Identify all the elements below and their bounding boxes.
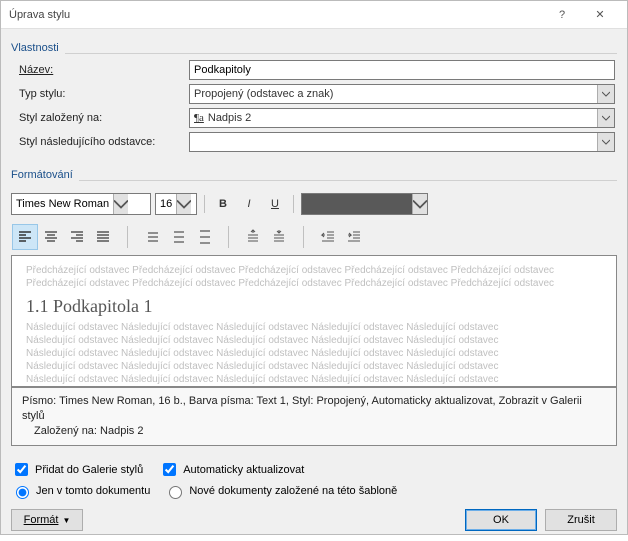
chevron-down-icon (597, 109, 614, 127)
space-before-decrease-button[interactable] (266, 224, 292, 250)
space-before-increase-button[interactable] (240, 224, 266, 250)
align-center-button[interactable] (38, 224, 64, 250)
underline-button[interactable]: U (264, 193, 286, 215)
help-icon: ? (559, 9, 565, 21)
preview-box: Předcházející odstavec Předcházející ods… (11, 255, 617, 387)
chevron-down-icon: ▼ (62, 516, 70, 525)
indent-decrease-button[interactable] (315, 224, 341, 250)
bold-button[interactable]: B (212, 193, 234, 215)
close-icon: ✕ (595, 8, 604, 21)
group-formatting: Formátování (11, 162, 617, 181)
add-gallery-checkbox[interactable]: Přidat do Galerie stylů (11, 460, 143, 479)
paragraph-toolbar (11, 219, 617, 255)
font-toolbar: Times New Roman 16 B I U (11, 193, 617, 215)
color-combo[interactable] (301, 193, 428, 215)
close-button[interactable]: ✕ (581, 1, 619, 29)
align-right-button[interactable] (64, 224, 90, 250)
titlebar: Úprava stylu ? ✕ (1, 1, 627, 29)
based-on-label: Styl založený na: (19, 112, 189, 124)
style-description: Písmo: Times New Roman, 16 b., Barva pís… (11, 387, 617, 446)
type-combo[interactable]: Propojený (odstavec a znak) (189, 84, 615, 104)
modify-style-dialog: Úprava stylu ? ✕ Vlastnosti Název: Typ s… (0, 0, 628, 535)
help-button[interactable]: ? (543, 1, 581, 29)
following-label: Styl následujícího odstavce: (19, 136, 189, 148)
line-spacing-2-button[interactable] (191, 224, 217, 250)
size-combo[interactable]: 16 (155, 193, 197, 215)
paragraph-icon: ¶a (194, 112, 204, 124)
format-button[interactable]: Formát ▼ (11, 509, 83, 531)
italic-button[interactable]: I (238, 193, 260, 215)
color-swatch (302, 194, 412, 214)
dialog-title: Úprava stylu (9, 9, 543, 21)
chevron-down-icon (597, 85, 614, 103)
cancel-button[interactable]: Zrušit (545, 509, 617, 531)
this-document-radio[interactable]: Jen v tomto dokumentu (11, 483, 150, 499)
chevron-down-icon (176, 194, 191, 214)
group-properties: Vlastnosti (11, 35, 617, 54)
type-label: Typ stylu: (19, 88, 189, 100)
chevron-down-icon (113, 194, 128, 214)
based-on-combo[interactable]: ¶a Nadpis 2 (189, 108, 615, 128)
chevron-down-icon (597, 133, 614, 151)
indent-increase-button[interactable] (341, 224, 367, 250)
align-justify-button[interactable] (90, 224, 116, 250)
align-left-button[interactable] (12, 224, 38, 250)
line-spacing-15-button[interactable] (165, 224, 191, 250)
line-spacing-1-button[interactable] (139, 224, 165, 250)
chevron-down-icon (412, 194, 427, 214)
name-label: Název: (19, 64, 189, 76)
name-input[interactable] (189, 60, 615, 80)
ok-button[interactable]: OK (465, 509, 537, 531)
font-combo[interactable]: Times New Roman (11, 193, 151, 215)
preview-heading: 1.1 Podkapitola 1 (26, 296, 602, 317)
following-combo[interactable] (189, 132, 615, 152)
new-documents-radio[interactable]: Nové dokumenty založené na této šabloně (164, 483, 397, 499)
auto-update-checkbox[interactable]: Automaticky aktualizovat (159, 460, 304, 479)
